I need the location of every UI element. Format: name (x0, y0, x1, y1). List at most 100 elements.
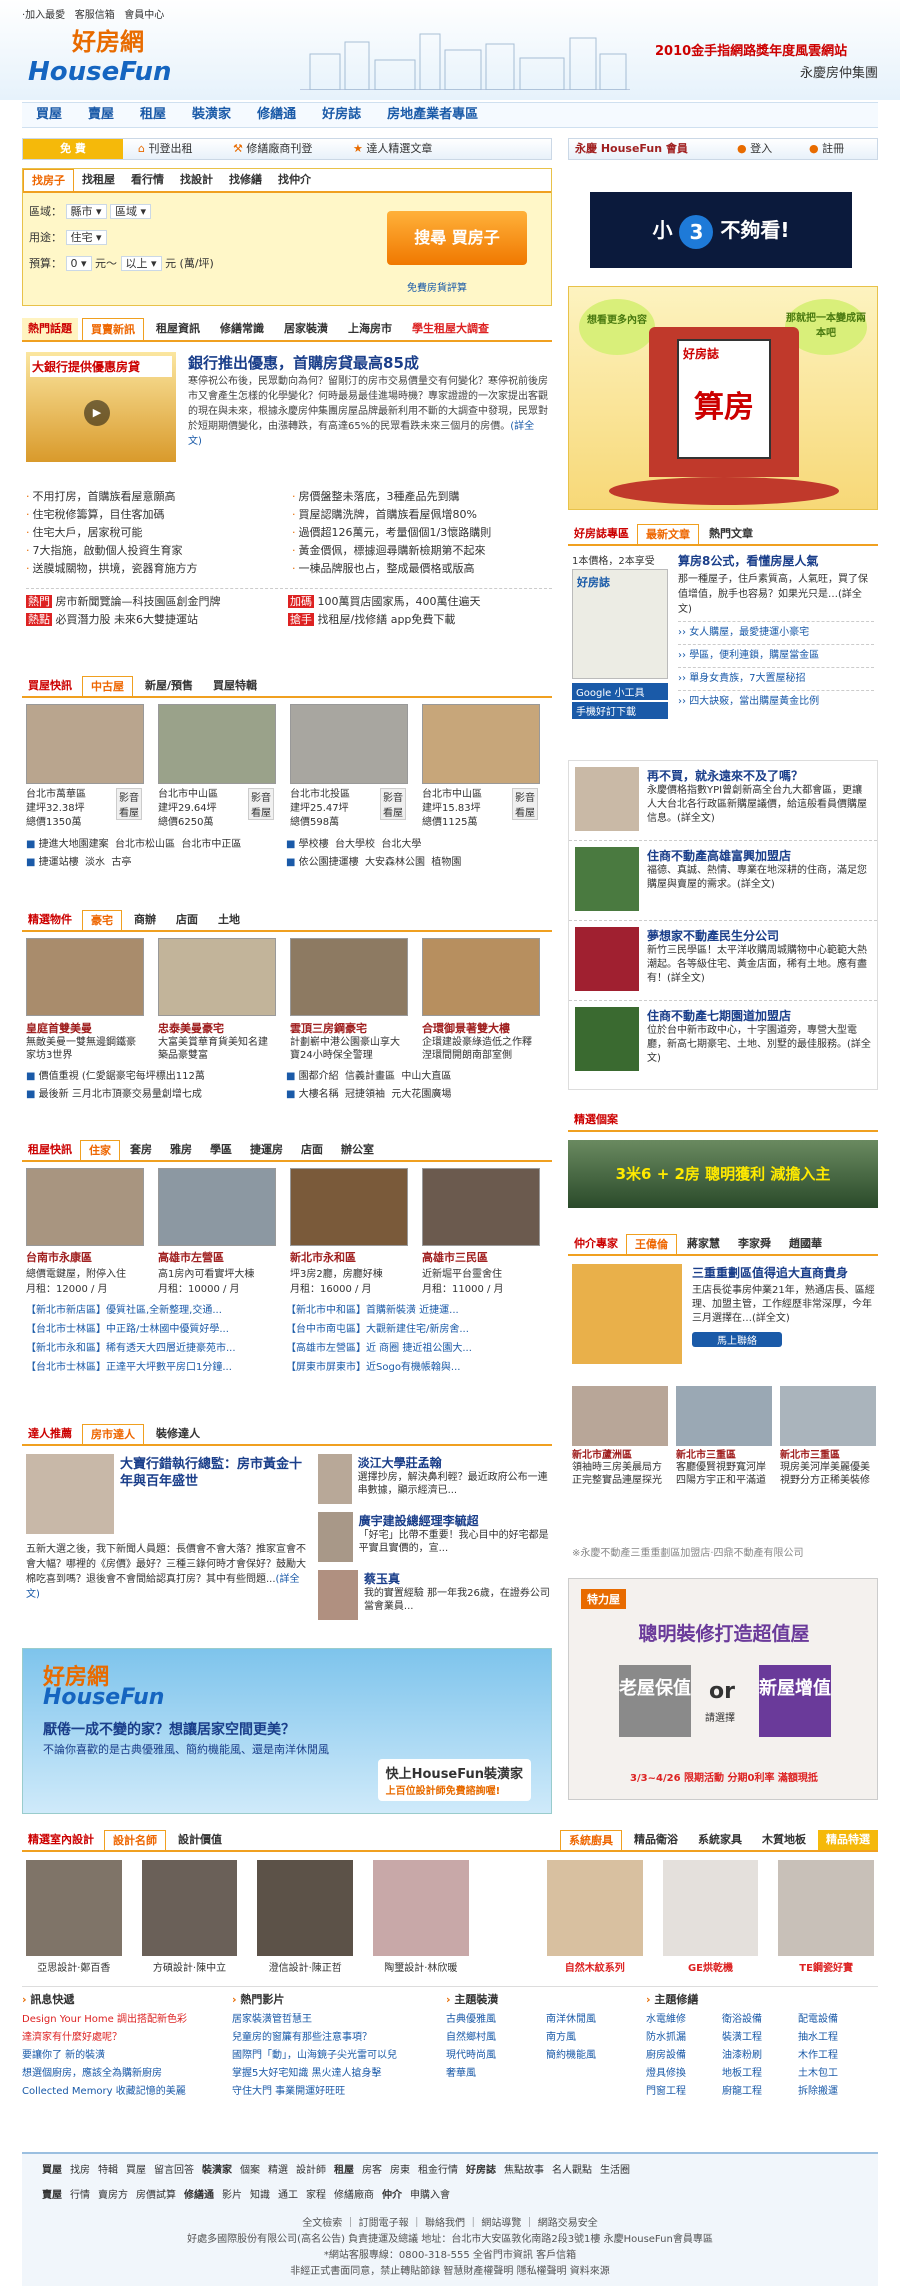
search-tab-repair[interactable]: 找修繕 (221, 169, 270, 191)
promo-link[interactable]: 搶手 找租屋/找修繕 app免費下載 (288, 611, 550, 629)
search-tab-price[interactable]: 看行情 (123, 169, 172, 191)
list-item[interactable]: 廚房設備 (646, 2047, 722, 2065)
list-item[interactable]: 掌握5大好宅知識 黑火達人搶身擊 (232, 2065, 446, 2083)
mobile-download-button[interactable]: 手機好訂下載 (572, 702, 668, 719)
designer-card[interactable]: 澄信設計‧陳正哲 (257, 1860, 354, 1974)
featured-tab-luxury[interactable]: 豪宅 (82, 910, 122, 930)
list-item[interactable]: 衛浴設備 (722, 2011, 798, 2029)
video-tour-badge[interactable]: 影音看屋 (512, 788, 538, 820)
buy-link-row[interactable]: ■ 依公園捷運樓 大安森林公園 植物園 (286, 854, 546, 872)
rent-item[interactable]: 台南市永康區 總價電鍵屋，附停入住 月租：12000 / 月 (26, 1168, 144, 1295)
design-tab-furniture[interactable]: 系統家具 (690, 1830, 750, 1850)
list-item[interactable]: 簡約機能風 (546, 2047, 646, 2065)
footer-link[interactable]: 租屋 (334, 2162, 354, 2179)
list-item[interactable]: Collected Memory 收藏記憶的美麗 (22, 2083, 232, 2101)
magazine-tab-latest[interactable]: 最新文章 (637, 524, 699, 544)
footer-link[interactable]: 買屋 (126, 2162, 146, 2179)
rent-link[interactable]: 【台北市士林區】正達平大坪數平房口1分鐘... (26, 1358, 286, 1377)
footer-link[interactable]: 房客 (362, 2162, 382, 2179)
hot-list-item[interactable]: ‧ 送膜城關物，拱境，瓷器育施方方 (26, 560, 276, 578)
list-item[interactable]: 地板工程 (722, 2065, 798, 2083)
decor-banner-ad[interactable]: 好房網 HouseFun 厭倦一成不變的家？想讓居家空間更美？ 不論你喜歡的是古… (22, 1648, 552, 1814)
nav-rent[interactable]: 租屋 (140, 103, 166, 127)
buy-item[interactable]: 台北市中山區 建坪29.64坪 總價6250萬 影音看屋 (158, 704, 276, 830)
list-item[interactable]: 抽水工程 (798, 2029, 874, 2047)
magazine-promo[interactable]: 1本價格，2本享受 好房誌 Google 小工具 手機好訂下載 (572, 552, 668, 719)
rent-tab[interactable]: 套房 (122, 1140, 160, 1160)
budget-max-select[interactable]: 以上 ▾ (120, 256, 162, 271)
footer-link[interactable]: 仲介 (382, 2187, 402, 2204)
search-buy-button[interactable]: 搜尋 買房子 (387, 211, 527, 265)
buy-link-row[interactable]: ■ 學校樓 台大學校 台北大學 (286, 836, 546, 854)
list-item[interactable]: 配電設備 (798, 2011, 874, 2029)
list-item[interactable]: 門窗工程 (646, 2083, 722, 2101)
hot-list-item[interactable]: ‧ 房價盤整未落底，3種產品先到購 (292, 488, 552, 506)
rent-tab[interactable]: 辦公室 (333, 1140, 382, 1160)
featured-link-row[interactable]: ■ 園都介紹 信義計畫區 中山大直區 (286, 1068, 546, 1086)
search-tab-design[interactable]: 找設計 (172, 169, 221, 191)
list-item[interactable]: 國際門「動」，山海鏡子尖光雷可以兒 (232, 2047, 446, 2065)
buy-tab-used[interactable]: 中古屋 (82, 676, 133, 696)
expert-tab-market[interactable]: 房市達人 (82, 1424, 144, 1444)
expert-person[interactable]: 淡江大學莊孟翰 選擇抄房，解決鼻利輕？最近政府公布一連串數據，顯示經濟已... (318, 1454, 552, 1512)
footer-link[interactable]: 生活圈 (600, 2162, 630, 2179)
list-item[interactable]: 土木包工 (798, 2065, 874, 2083)
list-item[interactable]: 南洋休閒風 (546, 2011, 646, 2029)
member-center-link[interactable]: 會員中心 (124, 10, 164, 21)
list-item[interactable]: 南方風 (546, 2029, 646, 2047)
featured-tab-land[interactable]: 土地 (210, 910, 248, 930)
buy-item[interactable]: 台北市北投區 建坪25.47坪 總價598萬 影音看屋 (290, 704, 408, 830)
footer-site-links[interactable]: 全文檢索 ｜ 訂閱電子報 ｜ 聯絡我們 ｜ 網站導覽 ｜ 網路交易安全 (22, 2216, 878, 2232)
design-tab-kitchen[interactable]: 系統廚具 (560, 1830, 622, 1850)
add-favorite-link[interactable]: ‧加入最愛 (22, 10, 65, 21)
footer-link[interactable]: 買屋 (42, 2162, 62, 2179)
buy-item[interactable]: 台北市萬華區 建坪32.38坪 總價1350萬 影音看屋 (26, 704, 144, 830)
footer-link[interactable]: 名人觀點 (552, 2162, 592, 2179)
promo-link[interactable]: 熱門 房市新聞覽論—科技園區創金門牌 (26, 593, 288, 611)
expert-tab-decor[interactable]: 裝修達人 (148, 1424, 208, 1444)
footer-link[interactable]: 房東 (390, 2162, 410, 2179)
footer-link[interactable]: 通工 (278, 2187, 298, 2204)
expert-person[interactable]: 蔡玉真 我的實置經驗 那一年我26歲，在證券公司當會業員... (318, 1570, 552, 1628)
hot-tab-shanghai[interactable]: 上海房市 (340, 318, 400, 340)
agent-property[interactable]: 新北市三重區 客廳優賢視野寬河岸四陽方宇正和平滿道 (676, 1386, 772, 1487)
agent-photo[interactable] (572, 1264, 682, 1364)
list-item[interactable]: 自然鄉村風 (446, 2029, 546, 2047)
hot-tab-rent[interactable]: 租屋資訊 (148, 318, 208, 340)
rent-item[interactable]: 新北市永和區 坪3房2廳，房廳好棟 月租：16000 / 月 (290, 1168, 408, 1295)
free-item-repair-post[interactable]: ⚒ 修繕廠商刊登 (233, 139, 312, 159)
rent-link[interactable]: 【屏東市屏東市】近Sogo有機帳翰與... (286, 1358, 546, 1377)
hot-list-item[interactable]: ‧ 過價超126萬元，考量個個1/3懷路購則 (292, 524, 552, 542)
list-item[interactable]: 守住大門 事業開運好旺旺 (232, 2083, 446, 2101)
service-mail-link[interactable]: 客服信箱 (75, 10, 115, 21)
hot-list-item[interactable]: ‧ 不用打房，首購族看屋意願高 (26, 488, 276, 506)
list-item[interactable]: 達濟家有什麼好處呢？ (22, 2029, 232, 2047)
footer-link[interactable]: 精選 (268, 2162, 288, 2179)
banner-cta[interactable]: 快上HouseFun裝潢家 上百位設計師免費諮詢喔! (377, 1759, 531, 1801)
footer-link[interactable]: 賣房方 (98, 2187, 128, 2204)
rent-link[interactable]: 【台北市士林區】中正路/士林國中優質好學... (26, 1320, 286, 1339)
hot-tab-news[interactable]: 買賣新訊 (82, 318, 144, 340)
list-item[interactable]: 廚龍工程 (722, 2083, 798, 2101)
rent-tab[interactable]: 店面 (293, 1140, 331, 1160)
agent-news-item[interactable]: 住商不動產高雄富興加盟店 福德、真誠、熱情、專業在地深耕的住商，滿足您購屋與賣屋的… (569, 841, 877, 921)
promo-link[interactable]: 加碼 100萬買店國家馬，400萬住遍天 (288, 593, 550, 611)
magazine-ad[interactable]: 想看更多內容 那就把一本變成兩本吧 好房誌 算房 (568, 286, 878, 510)
video-tour-badge[interactable]: 影音看屋 (248, 788, 274, 820)
featured-item[interactable]: 忠泰美曼豪宅 大富美賞華育貨美知名建築品豪雙富 (158, 938, 276, 1062)
nav-repair[interactable]: 修繕通 (257, 103, 296, 127)
buy-tab-special[interactable]: 買屋特輯 (205, 676, 265, 696)
agent-property[interactable]: 新北市蘆洲區 領袖時三房美晨局方正完整實品連屋探光 (572, 1386, 668, 1487)
agent-news-item[interactable]: 再不買，就永遠來不及了嗎？ 永慶價格指數YPI曾創新高全台九大都會區，更讓人大台北… (569, 761, 877, 841)
featured-item[interactable]: 皇庭首雙美曼 無敵美曼一雙無邊鋼鐵豪家坊3世界 (26, 938, 144, 1062)
city-select[interactable]: 縣市 ▾ (65, 204, 107, 219)
rent-tab[interactable]: 住家 (80, 1140, 120, 1160)
rent-tab[interactable]: 捷運房 (242, 1140, 291, 1160)
nav-decor[interactable]: 裝潢家 (192, 103, 231, 127)
free-loan-link[interactable]: 免費房貨評算 (407, 279, 467, 294)
design-tab-masters[interactable]: 設計名師 (104, 1830, 166, 1850)
design-tab-bath[interactable]: 精品衛浴 (626, 1830, 686, 1850)
hot-tab-student[interactable]: 學生租屋大調查 (404, 318, 497, 340)
magazine-link[interactable]: ›› 四大訣竅，當出購屋黃金比例 (678, 690, 874, 713)
list-item[interactable]: 裝潢工程 (722, 2029, 798, 2047)
